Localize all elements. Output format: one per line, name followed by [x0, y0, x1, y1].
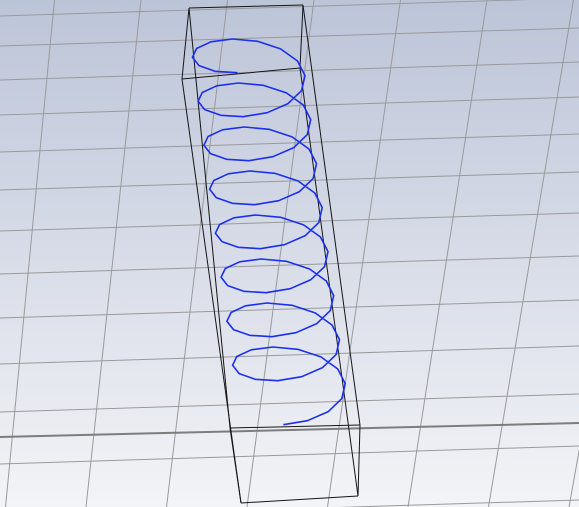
- 3d-viewport[interactable]: [0, 0, 579, 507]
- viewport-canvas[interactable]: [0, 0, 579, 507]
